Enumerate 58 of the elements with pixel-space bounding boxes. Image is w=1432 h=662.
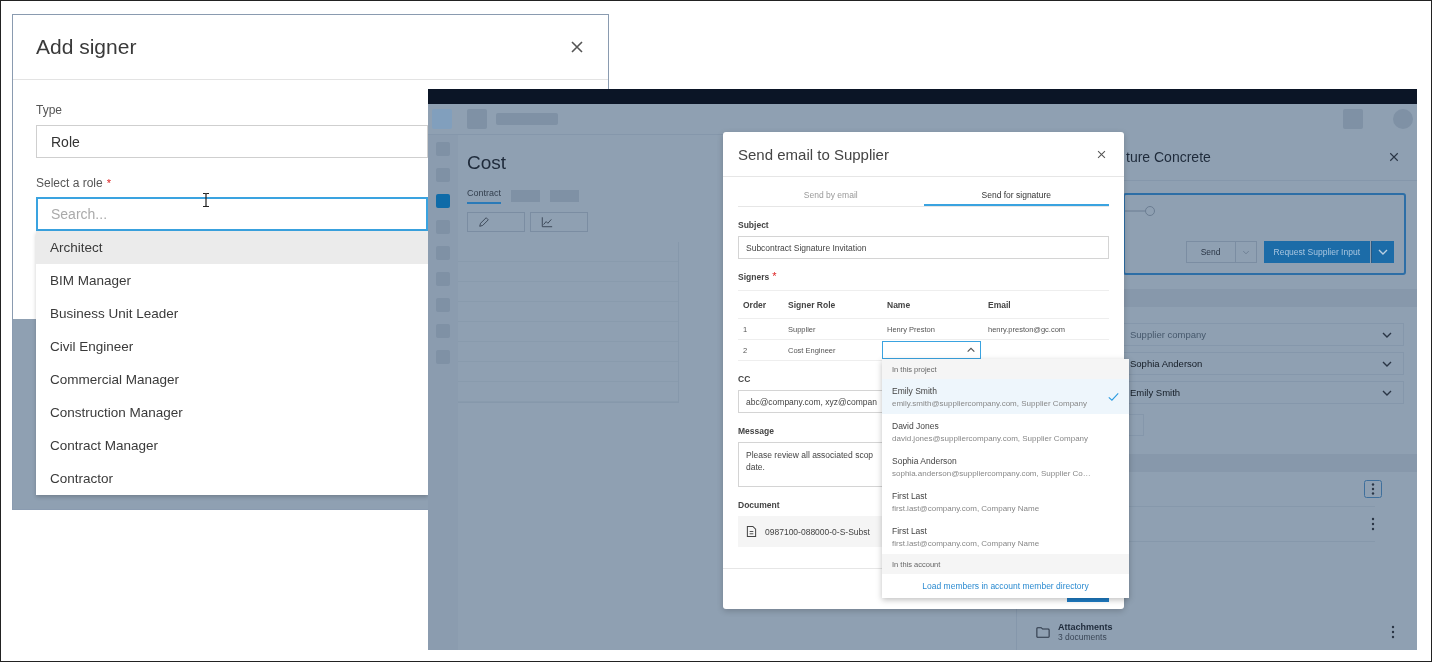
- document-count: 3 documents: [1058, 632, 1108, 642]
- role-option[interactable]: Business Unit Leader: [36, 297, 428, 330]
- member-option[interactable]: Emily Smith emily.smith@suppliercompany.com, Supplier Company: [882, 379, 1129, 414]
- load-members-link[interactable]: Load members in account member directory: [922, 581, 1089, 591]
- role-option[interactable]: Contractor: [36, 462, 428, 495]
- more-options-icon[interactable]: [1364, 480, 1382, 498]
- field-label: Document: [738, 500, 780, 510]
- folder-title: Attachments: [1058, 622, 1113, 632]
- chart-button[interactable]: [530, 212, 588, 232]
- more-options-icon[interactable]: [1391, 625, 1395, 639]
- role-option[interactable]: Architect: [36, 231, 428, 264]
- tab[interactable]: Send for signature: [923, 187, 1109, 206]
- folder-icon: [1036, 625, 1050, 639]
- member-option[interactable]: Sophia Anderson sophia.anderson@suppliercompany.com, Supplier Co…: [882, 449, 1129, 484]
- role-option[interactable]: Contract Manager: [36, 429, 428, 462]
- text-cursor-icon: [202, 192, 210, 208]
- member-option[interactable]: David Jones david.jones@suppliercompany.com, Supplier Company: [882, 414, 1129, 449]
- field-label: Message: [738, 426, 774, 436]
- name-select[interactable]: [882, 341, 981, 359]
- column-header: Email: [987, 299, 1012, 310]
- column-header: Name: [886, 299, 912, 310]
- required-mark: *: [106, 177, 111, 189]
- document-icon: [746, 525, 757, 538]
- pencil-icon: [478, 216, 490, 228]
- line-chart-icon: [541, 216, 553, 228]
- field-label: Signers: [738, 272, 770, 282]
- field-label: CC: [738, 374, 751, 384]
- member-option[interactable]: First Last first.last@company.com, Company Name: [882, 484, 1129, 519]
- field-label: Subject: [738, 220, 769, 230]
- close-icon[interactable]: [1388, 151, 1400, 163]
- role-option[interactable]: Civil Engineer: [36, 330, 428, 363]
- role-option[interactable]: BIM Manager: [36, 264, 428, 297]
- subject-field[interactable]: Subcontract Signature Invitation: [738, 236, 1109, 259]
- required-mark: *: [772, 270, 777, 282]
- role-option[interactable]: Construction Manager: [36, 396, 428, 429]
- sidebar-item[interactable]: [436, 194, 450, 208]
- close-icon[interactable]: [1096, 148, 1107, 160]
- column-header: Signer Role: [787, 299, 837, 310]
- field-label: Select a role: [36, 176, 103, 190]
- field-label: Type: [36, 103, 62, 117]
- select-field[interactable]: Sophia Anderson: [1122, 352, 1404, 375]
- close-icon[interactable]: [569, 39, 585, 55]
- search-field[interactable]: Search...: [36, 197, 428, 231]
- dialog-title: Send email to Supplier: [738, 145, 889, 163]
- chevron-up-icon: [966, 345, 976, 355]
- edit-button[interactable]: [467, 212, 525, 232]
- send-button[interactable]: Send: [1185, 241, 1257, 263]
- more-options-icon[interactable]: [1371, 517, 1375, 531]
- type-select[interactable]: Role: [36, 125, 428, 158]
- column-header: Order: [742, 299, 768, 310]
- checkmark-icon: [1108, 391, 1119, 402]
- tab[interactable]: Contract: [467, 188, 501, 204]
- dropdown-button[interactable]: [1371, 241, 1394, 263]
- panel-title: ture Concrete: [1126, 149, 1211, 165]
- dialog-title: Add signer: [36, 35, 137, 59]
- page-title: Cost: [467, 152, 507, 174]
- progress-step-icon: [1125, 205, 1155, 217]
- role-option[interactable]: Commercial Manager: [36, 363, 428, 396]
